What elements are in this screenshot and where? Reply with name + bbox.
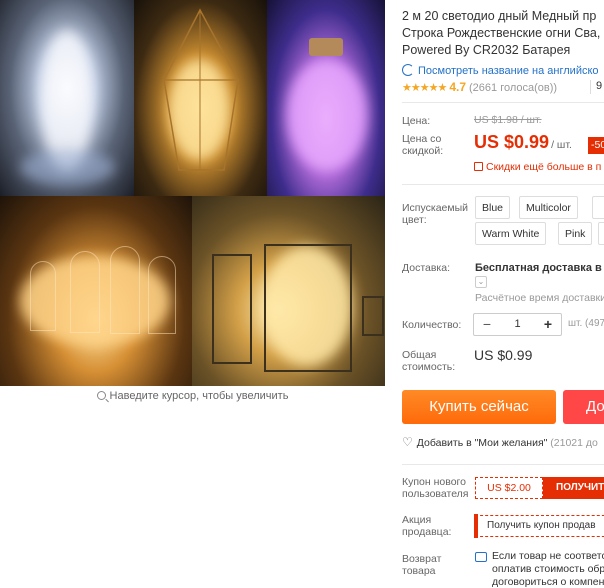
color-option-multicolor[interactable]: Multicolor [519,196,578,219]
return-policy-text: Если товар не соответс оплатив стоимость… [492,550,604,588]
divider [402,184,604,185]
delivery-estimate: Расчётное время доставки [475,292,604,304]
tag-icon [474,162,483,171]
orders-count: 9 [596,80,603,92]
discount-badge: -50 [588,137,604,154]
seller-coupon-button[interactable]: Получить купон продав [475,515,604,537]
zoom-hint: Наведите курсор, чтобы увеличить [0,390,385,402]
quantity-stepper[interactable]: − 1 + [473,313,562,336]
bulk-discount-note[interactable]: Скидки ещё больше в п [474,161,601,173]
price-label: Цена: [402,115,431,127]
divider [590,80,591,94]
discount-price: US $0.99/ шт. [474,132,572,153]
product-photo-jar[interactable] [267,0,385,196]
total-value: US $0.99 [474,347,533,363]
add-to-wishlist[interactable]: ♡ Добавить в "Мои желания" (21021 до [402,435,598,449]
rating-votes: (2661 голоса(ов)) [469,82,558,94]
product-photo-terrarium[interactable] [134,0,267,196]
returns-label: Возврат товара [402,553,442,577]
price-unit: / шт. [551,139,572,151]
glass-dome [30,261,56,331]
total-label: Общая стоимость: [402,349,456,373]
product-photo-cylinder[interactable] [0,0,134,196]
add-to-cart-button[interactable]: До [563,390,604,424]
terrarium-frame [163,8,239,171]
zoom-hint-text: Наведите курсор, чтобы увеличить [109,390,289,402]
translate-title-link[interactable]: Посмотреть название на английско [402,64,599,77]
color-option[interactable] [598,222,604,245]
shipping-label: Доставка: [402,262,451,274]
color-option-pink[interactable]: Pink [558,222,593,245]
star-rating-icon: ★★★★★ [402,82,447,94]
lantern-frame [212,254,252,364]
return-line: договориться о компен [492,576,604,588]
shipping-value[interactable]: Бесплатная доставка в Ru [475,262,604,274]
glass-dome [148,256,176,334]
return-line: оплатив стоимость обр [492,563,604,575]
wishlist-count: (21021 до [550,437,598,449]
wishlist-label: Добавить в "Мои желания" [416,437,548,449]
color-label: Испускаемый цвет: [402,202,468,226]
magnifier-icon [96,391,106,400]
product-info-panel: 2 м 20 светодио дный Медный пр Строка Ро… [402,0,604,588]
divider [402,464,604,465]
title-line: Строка Рождественские огни Сва, [402,26,601,40]
divider [402,102,604,103]
chevron-down-icon[interactable]: ⌄ [475,276,487,288]
rating-value: 4.7 [449,80,466,94]
translate-link-text: Посмотреть название на английско [418,65,599,77]
product-photo-lanterns[interactable] [192,196,385,386]
buy-now-button[interactable]: Купить сейчас [402,390,556,424]
new-user-coupon-label: Купон нового пользователя [402,476,469,500]
decrease-button[interactable]: − [476,314,498,335]
product-photo-domes[interactable] [0,196,192,386]
product-gallery[interactable] [0,0,385,386]
lantern-frame [362,296,384,336]
new-user-coupon-value: US $2.00 [475,477,543,499]
rating[interactable]: ★★★★★ 4.7 (2661 голоса(ов)) [402,80,557,94]
get-coupon-button[interactable]: ПОЛУЧИТЬ [543,477,604,499]
return-line: Если товар не соответс [492,550,604,562]
price-value: US $0.99 [474,132,550,152]
glass-dome [110,246,140,334]
color-option-warm-white[interactable]: Warm White [475,222,547,245]
coupon-edge [474,514,478,538]
old-price: US $1.98 / шт. [474,114,542,126]
heart-icon: ♡ [402,435,413,449]
discount-price-label: Цена со скидкой: [402,133,444,157]
title-line: Powered By CR2032 Батарея [402,43,571,57]
bulk-note-text: Скидки ещё больше в п [486,161,602,173]
product-title: 2 м 20 светодио дный Медный пр Строка Ро… [402,8,604,59]
quantity-label: Количество: [402,319,462,331]
color-option-blue[interactable]: Blue [475,196,511,219]
return-policy-icon [475,552,487,562]
glass-dome [70,251,100,333]
available-stock: шт. (497 [568,318,604,329]
seller-promo-label: Акция продавца: [402,514,452,538]
color-option[interactable] [592,196,604,219]
lantern-frame [264,244,352,372]
quantity-input[interactable]: 1 [496,318,539,330]
cork [309,38,343,56]
translate-icon [402,64,414,76]
title-line: 2 м 20 светодио дный Медный пр [402,9,597,23]
increase-button[interactable]: + [537,314,559,335]
